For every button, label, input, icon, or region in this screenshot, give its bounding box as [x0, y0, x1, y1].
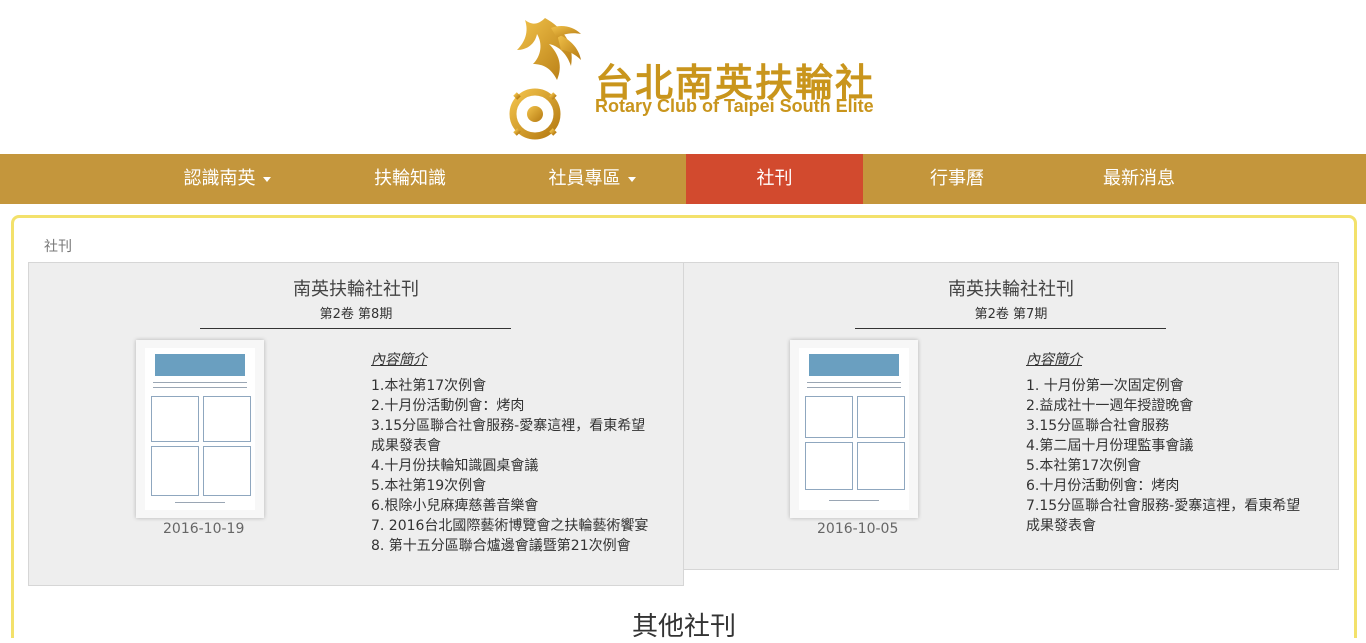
- list-item: 2.益成社十一週年授證晚會: [1026, 398, 1194, 414]
- cover-box: [151, 446, 199, 496]
- cover-box: [805, 396, 853, 438]
- content-frame: 社刊 南英扶輪社社刊 第2卷 第8期 2016-10-19 內容簡介 1.本社第…: [11, 215, 1357, 642]
- list-item: 2.十月份活動例會：烤肉: [371, 398, 525, 414]
- list-item: 8. 第十五分區聯合爐邊會議暨第21次例會: [371, 538, 631, 554]
- list-item: 5.本社第19次例會: [371, 478, 487, 494]
- cover-line: [807, 387, 901, 388]
- cover-box: [805, 442, 853, 490]
- list-item: 1. 十月份第一次固定例會: [1026, 378, 1184, 394]
- club-name-en: Rotary Club of Taipei South Elite: [595, 96, 874, 116]
- list-item: 1.本社第17次例會: [371, 378, 487, 394]
- cover-box: [151, 396, 199, 442]
- nav-members-dropdown[interactable]: 社員專區: [522, 154, 662, 204]
- site-header: 台北南英扶輪社 Rotary Club of Taipei South Elit…: [0, 0, 1366, 154]
- nav-rotary-knowledge[interactable]: 扶輪知識: [340, 154, 480, 204]
- site-logo[interactable]: 台北南英扶輪社 Rotary Club of Taipei South Elit…: [505, 14, 875, 142]
- nav-label: 扶輪知識: [374, 168, 446, 189]
- bulletin-volume: 第2卷 第7期: [974, 307, 1048, 322]
- list-item: 成果發表會: [1026, 518, 1096, 534]
- divider: [855, 328, 1166, 329]
- list-item: 7.15分區聯合社會服務-愛寨這裡，看東希望: [1026, 498, 1301, 514]
- summary-heading: 內容簡介: [371, 352, 427, 368]
- cover-page: [145, 348, 255, 510]
- cover-line: [153, 382, 247, 383]
- other-bulletins-heading: 其他社刊: [631, 612, 736, 642]
- bulletin-card[interactable]: 南英扶輪社社刊 第2卷 第8期 2016-10-19 內容簡介 1.本社第17次…: [28, 262, 684, 586]
- bulletin-date: 2016-10-19: [163, 521, 245, 537]
- cover-banner: [809, 354, 899, 376]
- breadcrumb: 社刊: [44, 239, 72, 255]
- nav-label: 認識南英: [183, 168, 256, 189]
- list-item: 4.第二屆十月份理監事會議: [1026, 438, 1194, 454]
- nav-calendar[interactable]: 行事曆: [887, 154, 1027, 204]
- rotary-phoenix-logo-icon: [507, 18, 581, 142]
- bulletin-card[interactable]: 南英扶輪社社刊 第2卷 第7期 2016-10-05 內容簡介 1. 十月份第一…: [683, 262, 1339, 570]
- bulletin-cover-thumbnail[interactable]: [136, 340, 264, 518]
- bulletin-title: 南英扶輪社社刊: [293, 279, 419, 300]
- bulletin-title: 南英扶輪社社刊: [948, 279, 1074, 300]
- cover-line: [153, 387, 247, 388]
- cover-banner: [155, 354, 245, 376]
- list-item: 3.15分區聯合社會服務-愛寨這裡，看東希望: [371, 418, 646, 434]
- nav-label: 社刊: [756, 168, 793, 189]
- list-item: 3.15分區聯合社會服務: [1026, 418, 1170, 434]
- nav-label: 行事曆: [930, 168, 984, 189]
- nav-label: 社員專區: [548, 168, 621, 189]
- nav-label: 最新消息: [1103, 168, 1175, 189]
- list-item: 5.本社第17次例會: [1026, 458, 1142, 474]
- cover-page: [799, 348, 909, 510]
- bulletin-cover-thumbnail[interactable]: [790, 340, 918, 518]
- nav-about-dropdown[interactable]: 認識南英: [157, 154, 297, 204]
- list-item: 成果發表會: [371, 438, 441, 454]
- nav-news[interactable]: 最新消息: [1069, 154, 1209, 204]
- cover-box: [203, 396, 251, 442]
- list-item: 7. 2016台北國際藝術博覽會之扶輪藝術饗宴: [371, 518, 649, 534]
- list-item: 6.根除小兒麻痺慈善音樂會: [371, 498, 539, 514]
- caret-down-icon: [262, 176, 271, 182]
- list-item: 4.十月份扶輪知識圓桌會議: [371, 458, 539, 474]
- main-nav: 認識南英 扶輪知識 社員專區 社刊 行事曆 最新消息: [0, 154, 1366, 204]
- caret-down-icon: [627, 176, 636, 182]
- bulletin-volume: 第2卷 第8期: [319, 307, 393, 322]
- bulletin-date: 2016-10-05: [817, 521, 899, 537]
- cover-line: [807, 382, 901, 383]
- cover-line: [829, 500, 879, 501]
- list-item: 6.十月份活動例會：烤肉: [1026, 478, 1180, 494]
- summary-list: 1.本社第17次例會 2.十月份活動例會：烤肉 3.15分區聯合社會服務-愛寨這…: [371, 376, 671, 556]
- summary-list: 1. 十月份第一次固定例會 2.益成社十一週年授證晚會 3.15分區聯合社會服務…: [1026, 376, 1326, 536]
- cover-box: [857, 396, 905, 438]
- cover-box: [857, 442, 905, 490]
- divider: [200, 328, 511, 329]
- cover-box: [203, 446, 251, 496]
- summary-heading: 內容簡介: [1026, 352, 1082, 368]
- nav-bulletin[interactable]: 社刊: [686, 154, 863, 204]
- cover-line: [175, 502, 225, 503]
